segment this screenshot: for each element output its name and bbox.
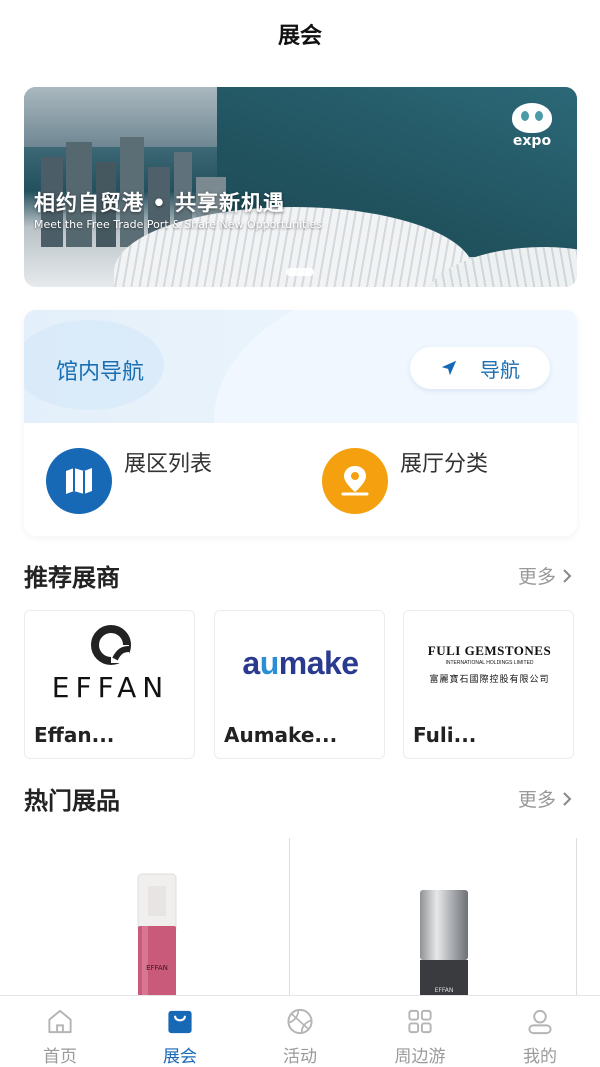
home-icon — [48, 1009, 72, 1034]
banner-pagination-dot[interactable] — [286, 268, 314, 276]
effan-wordmark: EFFAN — [51, 671, 170, 704]
promo-banner[interactable]: 相约自贸港 • 共享新机遇 Meet the Free Trade Port &… — [24, 87, 577, 287]
venue-navigation-header: 馆内导航 导航 — [24, 310, 577, 423]
effan-emblem-icon — [90, 625, 131, 665]
navigate-button-label: 导航 — [480, 357, 520, 382]
tab-home-label: 首页 — [43, 1047, 77, 1067]
navigate-button[interactable]: 导航 — [410, 347, 550, 389]
expo-logo-text: expo — [512, 133, 552, 149]
product-card-1[interactable]: EFFAN — [2, 838, 289, 1002]
hall-category-label: 展厅分类 — [400, 452, 489, 477]
user-icon — [528, 1009, 552, 1035]
grid-icon — [408, 1009, 432, 1034]
banner-subtitle: Meet the Free Trade Port & Share New Opp… — [34, 218, 322, 231]
more-label: 更多 — [517, 789, 556, 811]
exhibitor-card-aumake[interactable]: aumake Aumake... — [214, 610, 385, 759]
navigation-arrow-icon — [441, 360, 457, 376]
exhibitor-name: Effan... — [34, 723, 115, 747]
fuli-wordmark: FULI GEMSTONES — [427, 642, 552, 658]
silver-serum-bottle-image: EFFAN — [420, 890, 468, 998]
hot-products-title: 热门展品 — [24, 787, 120, 815]
hot-products-more-link[interactable]: 更多 — [518, 785, 572, 812]
aumake-logo: aumake — [215, 611, 384, 716]
tab-expo-label: 展会 — [163, 1047, 197, 1067]
pink-serum-bottle-image: EFFAN — [137, 873, 177, 1002]
bottom-tab-bar: 首页 展会 活动 周边游 我的 — [0, 995, 600, 1067]
tab-profile-label: 我的 — [523, 1047, 557, 1067]
fuli-logo: FULI GEMSTONES INTERNATIONAL HOLDINGS LI… — [404, 611, 573, 716]
tab-nearby-tours[interactable]: 周边游 — [360, 996, 480, 1067]
top-header: 展会 — [0, 0, 600, 68]
fuli-chinese-name: 富麗寶石國際控股有限公司 — [429, 674, 550, 685]
banner-headline: 相约自贸港 • 共享新机遇 — [34, 191, 286, 215]
recommended-exhibitors-more-link[interactable]: 更多 — [518, 562, 572, 589]
ball-icon — [287, 1008, 313, 1035]
tab-home[interactable]: 首页 — [0, 996, 120, 1067]
tab-activities[interactable]: 活动 — [240, 996, 360, 1067]
exhibitor-name: Aumake... — [224, 723, 338, 747]
tab-profile[interactable]: 我的 — [480, 996, 600, 1067]
exhibitor-card-fuli[interactable]: FULI GEMSTONES INTERNATIONAL HOLDINGS LI… — [403, 610, 574, 759]
location-pin-icon — [322, 448, 388, 514]
product-1-label: EFFAN — [146, 964, 168, 972]
expo-logo: expo — [505, 103, 559, 157]
chevron-right-icon — [563, 568, 572, 583]
recommended-exhibitors-title: 推荐展商 — [24, 564, 120, 592]
chevron-right-icon — [563, 791, 572, 806]
aumake-wordmark: aumake — [242, 645, 359, 681]
expo-logo-face-icon — [512, 103, 552, 133]
tab-activities-label: 活动 — [283, 1047, 317, 1067]
product-divider — [576, 838, 577, 998]
tab-nearby-tours-label: 周边游 — [394, 1047, 446, 1067]
more-label: 更多 — [517, 566, 556, 588]
venue-navigation-card: 馆内导航 导航 展区列表 展厅分类 — [24, 310, 577, 536]
hall-category-button[interactable]: 展厅分类 — [322, 448, 490, 514]
effan-logo: EFFAN — [25, 611, 194, 716]
map-icon — [46, 448, 112, 514]
exhibition-area-list-label: 展区列表 — [124, 452, 213, 477]
exhibitor-name: Fuli... — [413, 723, 477, 747]
venue-navigation-title: 馆内导航 — [56, 360, 145, 385]
tab-expo[interactable]: 展会 — [120, 996, 240, 1067]
exhibition-area-list-button[interactable]: 展区列表 — [46, 448, 214, 514]
exhibitor-card-effan[interactable]: EFFAN Effan... — [24, 610, 195, 759]
product-card-2[interactable]: EFFAN — [290, 838, 577, 998]
fuli-subtext: INTERNATIONAL HOLDINGS LIMITED — [445, 659, 534, 666]
page-title: 展会 — [277, 24, 322, 49]
shopping-bag-icon — [168, 1010, 192, 1034]
product-2-label: EFFAN — [435, 987, 454, 994]
